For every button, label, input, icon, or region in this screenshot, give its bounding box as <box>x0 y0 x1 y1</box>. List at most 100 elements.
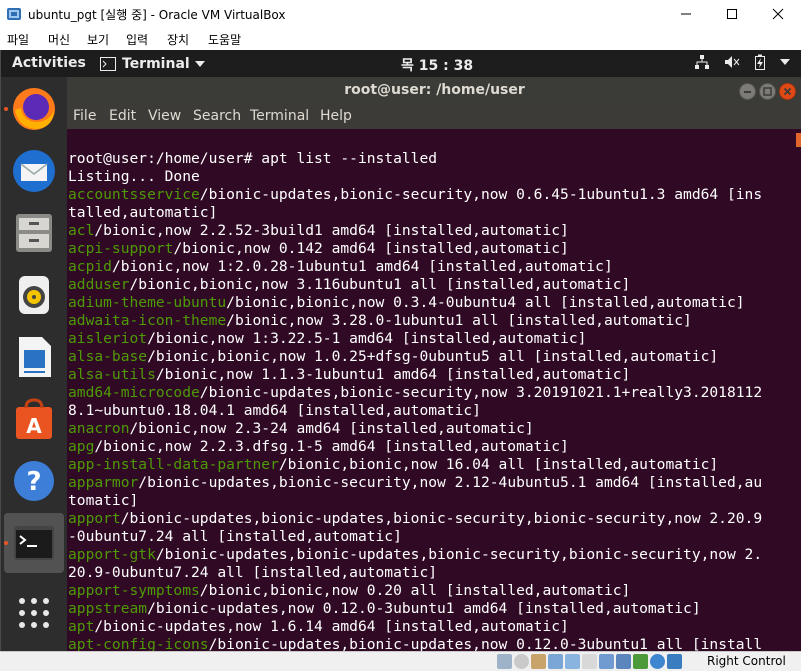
terminal-output[interactable]: root@user:/home/user# apt list --install… <box>67 129 801 651</box>
line-text: /bionic,bionic,now 16.04 all [installed,… <box>278 456 719 473</box>
terminal-line: acpid/bionic,now 1:2.0.28-1ubuntu1 amd64… <box>68 258 796 276</box>
rhythmbox-icon <box>19 276 49 314</box>
maximize-button[interactable] <box>709 0 755 28</box>
line-text: /bionic-updates,now 0.12.0-3ubuntu1 amd6… <box>147 600 701 617</box>
scrollbar-thumb[interactable] <box>796 133 801 147</box>
dock-item-thunderbird[interactable] <box>4 141 64 201</box>
terminal-line: acl/bionic,now 2.2.52-3build1 amd64 [ins… <box>68 222 796 240</box>
close-button[interactable] <box>755 0 801 28</box>
package-name: apport-gtk <box>68 546 156 563</box>
svg-text:A: A <box>26 414 42 438</box>
dock-item-rhythmbox[interactable] <box>4 265 64 325</box>
terminal-maximize-button[interactable] <box>759 83 776 100</box>
menu-machine[interactable]: 머신 <box>48 31 70 48</box>
terminal-scrollbar[interactable] <box>794 129 801 651</box>
menu-file[interactable]: 파일 <box>7 31 29 48</box>
host-key-label: Right Control <box>707 654 786 668</box>
package-name: apparmor <box>68 474 139 491</box>
dock-item-terminal[interactable] <box>4 513 64 573</box>
terminal-icon <box>14 526 54 560</box>
package-name: apg <box>68 438 95 455</box>
line-text: /bionic-updates,now 1.6.14 amd64 [instal… <box>94 618 569 635</box>
terminal-line: appstream/bionic-updates,now 0.12.0-3ubu… <box>68 600 796 618</box>
line-text: /bionic-updates,bionic-updates,bionic-se… <box>120 510 763 527</box>
shared-folders-icon[interactable] <box>582 654 597 669</box>
clock[interactable]: 목 15 : 38 <box>401 55 473 75</box>
terminal-line: root@user:/home/user# apt list --install… <box>68 150 796 168</box>
package-name: accountsservice <box>68 186 200 203</box>
optical-drive-icon[interactable] <box>514 654 529 669</box>
menu-help[interactable]: 도움말 <box>208 31 241 48</box>
package-name: alsa-base <box>68 348 148 365</box>
display-icon[interactable] <box>599 654 614 669</box>
cpu-icon[interactable] <box>633 654 648 669</box>
dock-item-files[interactable] <box>4 203 64 263</box>
terminal-line: apg/bionic,now 2.2.3.dfsg.1-5 amd64 [ins… <box>68 438 796 456</box>
line-text: /bionic,now 0.142 amd64 [installed,autom… <box>173 240 569 257</box>
terminal-menu-view[interactable]: View <box>148 108 181 124</box>
terminal-titlebar[interactable]: root@user: /home/user <box>67 77 801 105</box>
terminal-line: apt/bionic-updates,now 1.6.14 amd64 [ins… <box>68 618 796 636</box>
line-text: /bionic-updates,bionic-security,now 3.20… <box>199 384 763 401</box>
package-name: acpi-support <box>68 240 174 257</box>
line-text: root@user:/home/user# apt list --install… <box>68 150 438 167</box>
network-wired-icon <box>695 55 709 69</box>
hard-disk-icon[interactable] <box>497 654 512 669</box>
line-text: talled,automatic] <box>68 204 218 221</box>
battery-icon <box>755 54 765 70</box>
usb-icon[interactable] <box>565 654 580 669</box>
package-name: apport <box>68 510 121 527</box>
package-name: appstream <box>68 600 148 617</box>
app-menu[interactable]: Terminal <box>100 54 205 74</box>
package-name: amd64-microcode <box>68 384 200 401</box>
dock-item-writer[interactable] <box>4 327 64 387</box>
mouse-integration-icon[interactable] <box>650 654 665 669</box>
terminal-line: alsa-utils/bionic,now 1.1.3-1ubuntu1 amd… <box>68 366 796 384</box>
menu-devices[interactable]: 장치 <box>167 31 189 48</box>
video-capture-icon[interactable] <box>616 654 631 669</box>
guest-display[interactable]: Activities Terminal 목 15 : 38 A ? root@u… <box>0 50 801 651</box>
line-text: /bionic,now 2.2.3.dfsg.1-5 amd64 [instal… <box>94 438 569 455</box>
minimize-button[interactable] <box>663 0 709 28</box>
terminal-small-icon <box>100 57 116 71</box>
terminal-line: adium-theme-ubuntu/bionic,bionic,now 0.3… <box>68 294 796 312</box>
activities-button[interactable]: Activities <box>12 55 86 71</box>
line-text: 8.1~ubuntu0.18.04.1 amd64 [installed,aut… <box>68 402 481 419</box>
thunderbird-icon <box>13 150 55 192</box>
terminal-close-button[interactable] <box>779 83 796 100</box>
terminal-line: accountsservice/bionic-updates,bionic-se… <box>68 186 796 204</box>
line-text: /bionic-updates,bionic-security,now 0.6.… <box>199 186 763 203</box>
terminal-line: tomatic] <box>68 492 796 510</box>
terminal-menu-terminal[interactable]: Terminal <box>250 108 309 124</box>
audio-icon[interactable] <box>531 654 546 669</box>
line-text: /bionic,bionic,now 1.0.25+dfsg-0ubuntu5 … <box>147 348 719 365</box>
vbox-statusbar: Right Control <box>0 651 801 671</box>
host-key-icon[interactable] <box>667 654 682 669</box>
network-icon[interactable] <box>548 654 563 669</box>
menu-view[interactable]: 보기 <box>87 31 109 48</box>
terminal-line: apport-gtk/bionic-updates,bionic-updates… <box>68 546 796 564</box>
package-name: adduser <box>68 276 130 293</box>
app-menu-label: Terminal <box>122 56 190 72</box>
package-name: acl <box>68 222 95 239</box>
dock: A ? <box>1 77 67 651</box>
menu-input[interactable]: 입력 <box>126 31 148 48</box>
line-text: /bionic,bionic,now 3.116ubuntu1 all [ins… <box>129 276 631 293</box>
dock-item-software[interactable]: A <box>4 389 64 449</box>
dock-show-applications[interactable] <box>4 583 64 643</box>
system-tray[interactable] <box>694 54 790 70</box>
dock-item-help[interactable]: ? <box>4 451 64 511</box>
package-name: app-install-data-partner <box>68 456 279 473</box>
terminal-menu-file[interactable]: File <box>73 108 96 124</box>
terminal-menu-search[interactable]: Search <box>193 108 241 124</box>
terminal-line: amd64-microcode/bionic-updates,bionic-se… <box>68 384 796 402</box>
ubuntu-software-icon: A <box>16 398 52 439</box>
terminal-minimize-button[interactable] <box>739 83 756 100</box>
terminal-menu-edit[interactable]: Edit <box>109 108 136 124</box>
terminal-line: acpi-support/bionic,now 0.142 amd64 [ins… <box>68 240 796 258</box>
terminal-menu-help[interactable]: Help <box>320 108 352 124</box>
running-indicator <box>4 107 8 111</box>
dock-item-firefox[interactable] <box>4 79 64 139</box>
package-name: apport-symptoms <box>68 582 200 599</box>
show-applications-icon <box>19 598 49 628</box>
